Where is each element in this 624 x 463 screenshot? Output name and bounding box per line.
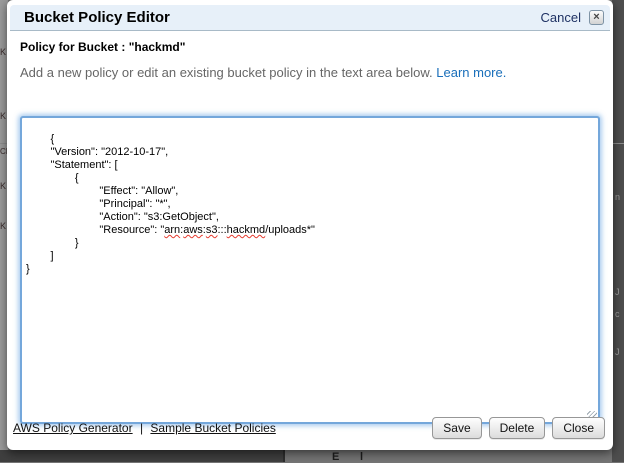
policy-json-text: { "Version": "2012-10-17", "Statement": … — [26, 133, 315, 275]
backdrop-text-fragment: J — [615, 348, 620, 357]
policy-for-bucket-label: Policy for Bucket : "hackmd" — [20, 40, 600, 54]
close-dialog-button[interactable]: Close — [552, 417, 605, 439]
policy-editor-container: { "Version": "2012-10-17", "Statement": … — [20, 116, 600, 424]
save-button[interactable]: Save — [432, 417, 481, 439]
bucket-policy-editor-dialog: Bucket Policy Editor Cancel × Policy for… — [7, 0, 613, 450]
dialog-footer: AWS Policy Generator | Sample Bucket Pol… — [7, 413, 613, 450]
backdrop-bottom-panel — [0, 450, 283, 462]
aws-policy-generator-link[interactable]: AWS Policy Generator — [13, 421, 133, 435]
backdrop-text-fragment: l — [360, 453, 363, 462]
policy-textarea[interactable]: { "Version": "2012-10-17", "Statement": … — [20, 116, 600, 424]
description-text: Add a new policy or edit an existing buc… — [20, 65, 433, 80]
backdrop-text-fragment: K — [0, 112, 6, 121]
close-button[interactable]: × — [589, 10, 604, 25]
backdrop-right-strip — [612, 0, 624, 462]
backdrop-text-fragment: K — [0, 182, 6, 191]
backdrop-text-fragment: E — [332, 453, 339, 462]
dialog-description: Add a new policy or edit an existing buc… — [20, 65, 600, 80]
delete-button[interactable]: Delete — [489, 417, 546, 439]
dialog-title: Bucket Policy Editor — [24, 9, 541, 26]
learn-more-link[interactable]: Learn more. — [436, 65, 506, 80]
close-icon: × — [593, 11, 599, 23]
backdrop-text-fragment: K — [0, 222, 6, 231]
backdrop-text-fragment: K — [0, 48, 6, 57]
backdrop-text-fragment: c — [615, 310, 620, 319]
footer-links: AWS Policy Generator | Sample Bucket Pol… — [13, 421, 425, 435]
dialog-body: Policy for Bucket : "hackmd" Add a new p… — [7, 40, 613, 424]
cancel-link[interactable]: Cancel — [541, 10, 581, 25]
backdrop-text-fragment: J — [615, 288, 620, 297]
link-separator: | — [140, 421, 143, 435]
backdrop-text-fragment: n — [615, 193, 620, 202]
sample-bucket-policies-link[interactable]: Sample Bucket Policies — [150, 421, 275, 435]
dialog-header: Bucket Policy Editor Cancel × — [10, 5, 610, 31]
